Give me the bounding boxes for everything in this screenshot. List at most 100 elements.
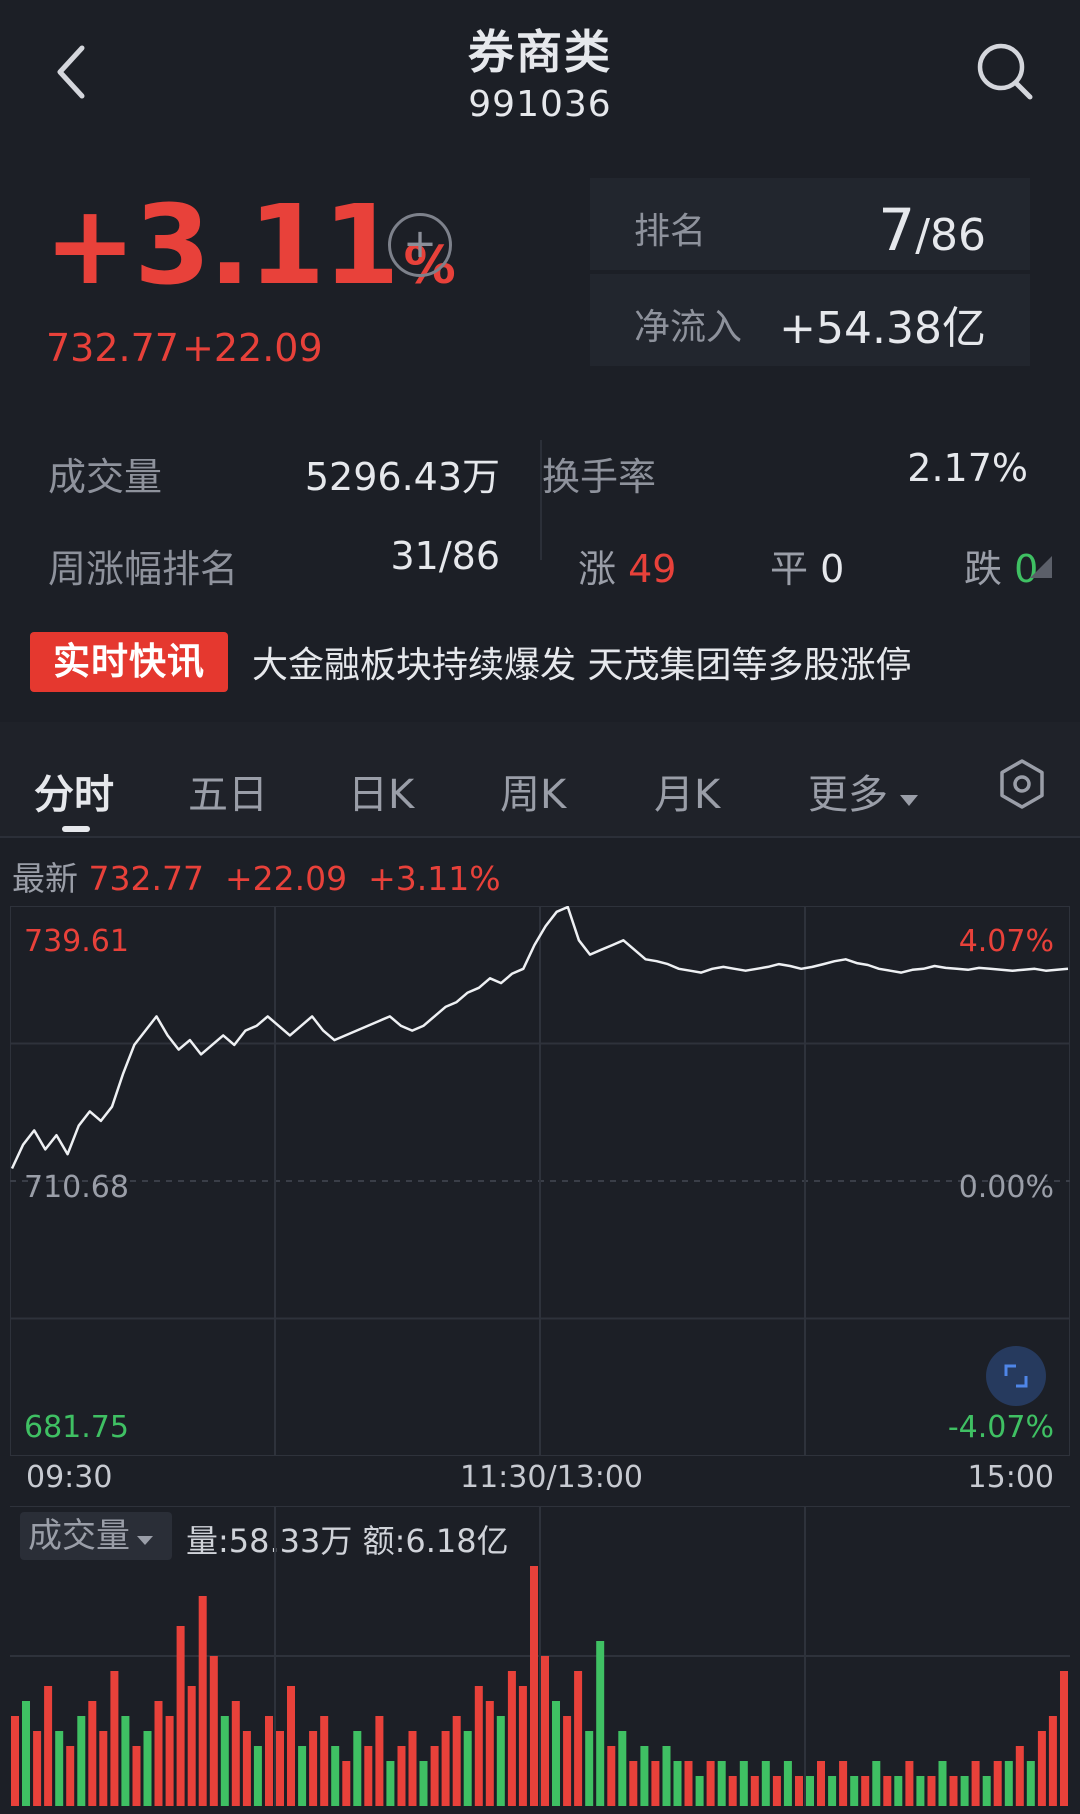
volume-bar — [772, 1776, 781, 1806]
volume-bar — [872, 1761, 881, 1806]
time-mid: 11:30/13:00 — [460, 1460, 644, 1495]
volume-bar — [309, 1731, 318, 1806]
volume-value: 5296.43万 — [304, 455, 500, 499]
tab-weekly-k[interactable]: 周K — [500, 762, 566, 820]
time-end: 15:00 — [967, 1460, 1054, 1495]
search-icon[interactable] — [974, 40, 1036, 102]
volume-bar — [662, 1746, 671, 1806]
volume-bar — [375, 1716, 384, 1806]
settings-icon[interactable] — [996, 758, 1048, 810]
volume-bar — [795, 1776, 803, 1806]
week-rank-label: 周涨幅排名 — [48, 547, 239, 591]
axis-bottom-pct: -4.07% — [947, 1410, 1054, 1445]
corner-arrow-icon — [1030, 556, 1052, 578]
volume-bar — [695, 1776, 704, 1806]
axis-top-price: 739.61 — [24, 924, 129, 959]
volume-bar — [66, 1746, 75, 1806]
week-rank-value: 31/86 — [390, 534, 500, 578]
volume-bar — [88, 1701, 97, 1806]
tab-underline — [62, 826, 90, 832]
index-code: 991036 — [468, 84, 612, 125]
tab-monthly-k[interactable]: 月K — [654, 762, 720, 820]
tab-five-day[interactable]: 五日 — [188, 762, 268, 820]
rank-panel[interactable]: 排名 7/86 — [590, 178, 1030, 270]
volume-bar — [783, 1761, 792, 1806]
add-watchlist-button[interactable]: + — [388, 213, 452, 277]
volume-bar — [143, 1731, 152, 1806]
volume-bar — [287, 1686, 295, 1806]
tabs-divider — [0, 836, 1080, 838]
volume-bar — [761, 1761, 770, 1806]
volume-bar — [629, 1761, 638, 1806]
volume-bar — [916, 1776, 925, 1806]
tab-more[interactable]: 更多 — [808, 762, 920, 820]
latest-quote-line: 最新 732.77 +22.09 +3.11% — [12, 859, 501, 898]
net-inflow-value: +54.38亿 — [779, 303, 986, 354]
volume-bar — [44, 1686, 53, 1806]
volume-bar — [728, 1776, 737, 1806]
volume-bar — [530, 1566, 538, 1806]
volume-bar — [1037, 1731, 1046, 1806]
volume-bar — [77, 1716, 86, 1806]
current-price: 732.77 — [46, 326, 179, 370]
expand-icon — [1004, 1364, 1028, 1388]
intraday-price-chart[interactable] — [10, 906, 1070, 1456]
volume-bar — [496, 1716, 505, 1806]
volume-bar — [342, 1761, 351, 1806]
news-headline[interactable]: 大金融板块持续爆发 天茂集团等多股涨停 — [252, 636, 911, 688]
volume-bar — [110, 1671, 119, 1806]
volume-bar — [927, 1776, 936, 1806]
volume-bar — [276, 1731, 284, 1806]
volume-bar — [209, 1656, 218, 1806]
volume-bar — [1026, 1761, 1035, 1806]
volume-bar — [474, 1686, 483, 1806]
volume-bar — [949, 1776, 958, 1806]
volume-bar — [408, 1731, 417, 1806]
volume-bar — [861, 1776, 870, 1806]
volume-bar — [165, 1716, 174, 1806]
fullscreen-button[interactable] — [986, 1346, 1046, 1406]
volume-chart[interactable] — [10, 1506, 1070, 1806]
volume-bar — [33, 1731, 42, 1806]
volume-bar — [607, 1746, 616, 1806]
news-badge[interactable]: 实时快讯 — [30, 632, 228, 692]
volume-bar — [1004, 1761, 1013, 1806]
volume-bar — [750, 1776, 759, 1806]
volume-bar — [817, 1761, 825, 1806]
volume-bar — [121, 1716, 130, 1806]
volume-bar — [839, 1761, 848, 1806]
volume-bar — [806, 1776, 814, 1806]
volume-bar — [176, 1626, 185, 1806]
flat-count[interactable]: 平 0 — [770, 538, 844, 593]
volume-bar — [452, 1716, 461, 1806]
volume-bar — [574, 1671, 583, 1806]
volume-bar — [739, 1761, 748, 1806]
net-inflow-label: 净流入 — [634, 307, 743, 348]
volume-bar — [132, 1746, 141, 1806]
volume-bar — [220, 1716, 229, 1806]
volume-bar — [320, 1716, 329, 1806]
volume-bar — [640, 1746, 649, 1806]
volume-bar — [563, 1716, 572, 1806]
volume-bar — [331, 1746, 340, 1806]
net-inflow-panel[interactable]: 净流入 +54.38亿 — [590, 274, 1030, 366]
volume-bar — [364, 1746, 373, 1806]
volume-bar — [552, 1701, 560, 1806]
volume-bar — [507, 1671, 516, 1806]
volume-label: 成交量 — [48, 455, 163, 499]
volume-bar — [187, 1686, 196, 1806]
tab-intraday[interactable]: 分时 — [34, 762, 114, 820]
down-count[interactable]: 跌 0 — [964, 538, 1038, 593]
volume-bar — [386, 1761, 395, 1806]
volume-bar — [960, 1776, 969, 1806]
up-count[interactable]: 涨 49 — [578, 538, 676, 593]
volume-bar — [706, 1761, 715, 1806]
volume-bar — [419, 1761, 428, 1806]
volume-bar — [99, 1731, 108, 1806]
volume-bar — [717, 1761, 726, 1806]
caret-down-icon — [900, 795, 918, 806]
volume-bar — [298, 1746, 307, 1806]
volume-bar — [894, 1776, 903, 1806]
tab-daily-k[interactable]: 日K — [348, 762, 414, 820]
volume-bar — [198, 1596, 207, 1806]
